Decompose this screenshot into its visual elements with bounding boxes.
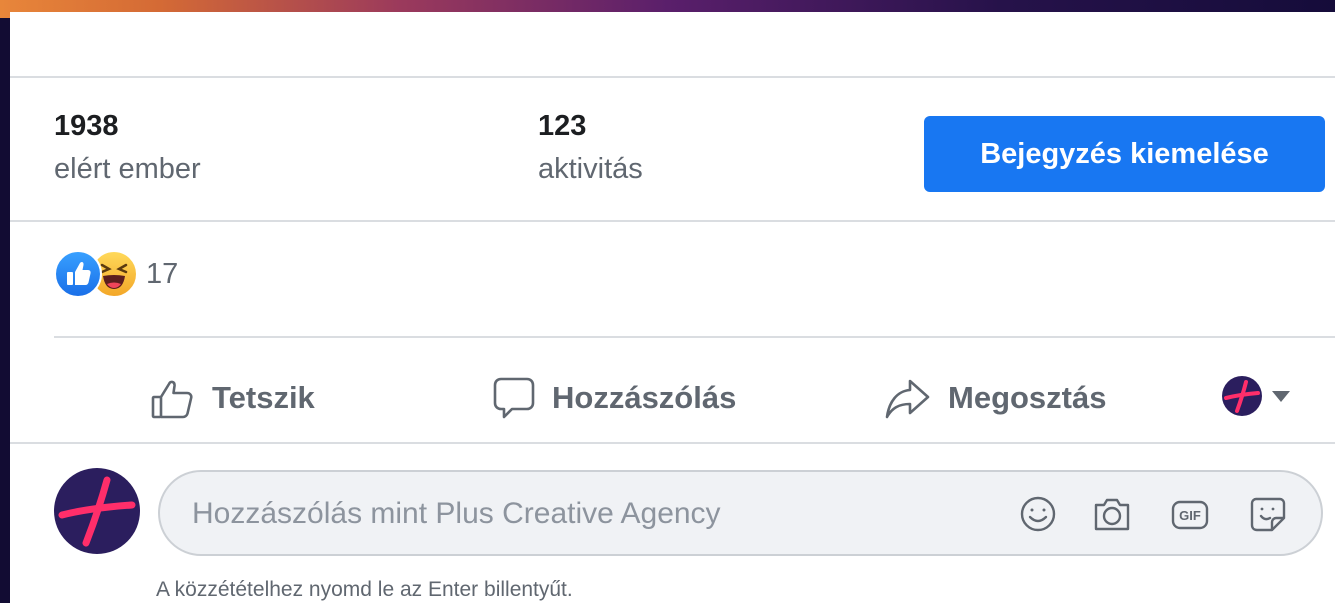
thumbs-up-icon: [150, 375, 196, 421]
boost-post-button[interactable]: Bejegyzés kiemelése: [924, 116, 1325, 192]
engagement-value: 123: [538, 110, 587, 142]
top-divider: [10, 76, 1335, 78]
engagement-stat: 123 aktivitás: [538, 110, 643, 186]
reach-value: 1938: [54, 110, 119, 142]
like-icon: [54, 250, 102, 298]
share-button[interactable]: Megosztás: [884, 368, 1106, 428]
comment-label: Hozzászólás: [552, 380, 737, 415]
share-label: Megosztás: [948, 380, 1107, 415]
like-label: Tetszik: [212, 380, 315, 415]
enter-to-post-hint: A közzétételhez nyomd le az Enter billen…: [156, 578, 573, 601]
gif-label: GIF: [1179, 508, 1201, 523]
stats-divider: [10, 220, 1335, 222]
reaction-count: 17: [146, 257, 179, 290]
commenter-avatar[interactable]: [54, 468, 140, 554]
reactions-summary[interactable]: 17: [54, 248, 178, 300]
engagement-label: aktivitás: [538, 153, 643, 185]
chevron-down-icon: [1272, 390, 1290, 402]
comment-bubble-icon: [492, 375, 536, 421]
comment-input[interactable]: [190, 472, 994, 556]
emoji-icon[interactable]: [1018, 494, 1058, 534]
comment-button[interactable]: Hozzászólás: [492, 368, 736, 428]
page-avatar-small: [1222, 376, 1262, 416]
gif-icon[interactable]: GIF: [1170, 494, 1210, 534]
page-identity-selector[interactable]: [1222, 376, 1290, 416]
post-insights-card: 1938 elért ember 123 aktivitás Bejegyzés…: [10, 12, 1335, 603]
comment-composer: GIF: [158, 470, 1323, 556]
reach-label: elért ember: [54, 153, 201, 185]
like-button[interactable]: Tetszik: [150, 368, 315, 428]
share-arrow-icon: [884, 375, 932, 421]
actions-divider: [10, 442, 1335, 444]
reactions-divider: [54, 336, 1335, 338]
camera-icon[interactable]: [1092, 494, 1132, 534]
sticker-icon[interactable]: [1248, 494, 1288, 534]
reach-stat: 1938 elért ember: [54, 110, 201, 186]
